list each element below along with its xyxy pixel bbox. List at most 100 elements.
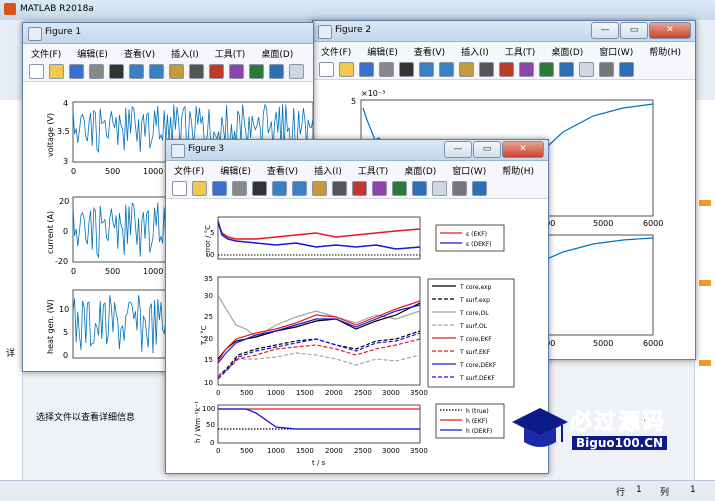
legend-icon[interactable] [432, 181, 447, 196]
zoom-in-icon[interactable] [419, 62, 434, 77]
hide-tools-icon[interactable] [599, 62, 614, 77]
pointer-icon[interactable] [399, 62, 414, 77]
menu-edit[interactable]: 编辑(E) [69, 44, 116, 60]
legend-item: T surf,DEKF [459, 375, 495, 382]
print-icon[interactable] [232, 181, 247, 196]
ytick: 0 [210, 439, 214, 447]
menu-edit[interactable]: 编辑(E) [359, 42, 406, 58]
legend-item: h (DEKF) [466, 428, 492, 435]
file-info-text: 选择文件以查看详细信息 [36, 413, 136, 423]
brush-icon[interactable] [519, 62, 534, 77]
figure3-title: Figure 3 [188, 144, 225, 154]
zoom-in-icon[interactable] [129, 64, 144, 79]
colorbar-icon[interactable] [269, 64, 284, 79]
xtick: 1000 [143, 267, 163, 276]
maximize-button[interactable]: ▭ [473, 141, 501, 158]
xtick: 500 [105, 167, 120, 176]
brush-icon[interactable] [372, 181, 387, 196]
save-icon[interactable] [359, 62, 374, 77]
h-ylabel: h / Wm⁻²k⁻¹ [194, 401, 202, 443]
save-icon[interactable] [69, 64, 84, 79]
minimize-button[interactable]: — [591, 22, 619, 39]
legend-item: ε (EKF) [466, 231, 487, 238]
link-icon[interactable] [249, 64, 264, 79]
minimize-button[interactable]: — [444, 141, 472, 158]
menu-window[interactable]: 窗口(W) [444, 161, 494, 177]
menu-insert[interactable]: 插入(I) [306, 161, 350, 177]
rotate-icon[interactable] [189, 64, 204, 79]
ytick: 20 [59, 197, 69, 206]
figure1-toolbar [23, 61, 313, 82]
graduation-cap-icon [512, 408, 568, 447]
menu-insert[interactable]: 插入(I) [453, 42, 497, 58]
pointer-icon[interactable] [109, 64, 124, 79]
menu-file[interactable]: 文件(F) [166, 161, 212, 177]
colorbar-icon[interactable] [559, 62, 574, 77]
ytick: 5 [63, 328, 68, 337]
menu-file[interactable]: 文件(F) [313, 42, 359, 58]
save-icon[interactable] [212, 181, 227, 196]
menu-desktop[interactable]: 桌面(D) [396, 161, 444, 177]
data-cursor-icon[interactable] [352, 181, 367, 196]
menu-tools[interactable]: 工具(T) [350, 161, 397, 177]
legend-temp-box [427, 278, 515, 388]
menu-help[interactable]: 帮助(H) [641, 42, 689, 58]
pan-icon[interactable] [459, 62, 474, 77]
pan-icon[interactable] [312, 181, 327, 196]
colorbar-icon[interactable] [412, 181, 427, 196]
zoom-out-icon[interactable] [149, 64, 164, 79]
hide-tools-icon[interactable] [452, 181, 467, 196]
dock-icon[interactable] [619, 62, 634, 77]
pointer-icon[interactable] [252, 181, 267, 196]
rotate-icon[interactable] [332, 181, 347, 196]
dock-icon[interactable] [472, 181, 487, 196]
open-icon[interactable] [49, 64, 64, 79]
ytick: 35 [204, 275, 213, 283]
figure3-window[interactable]: Figure 3 — ▭ ✕ 文件(F) 编辑(E) 查看(V) 插入(I) 工具(T) 桌面… [165, 139, 549, 474]
close-button[interactable]: ✕ [649, 22, 691, 39]
ytick: 0 [63, 227, 68, 236]
menu-view[interactable]: 查看(V) [116, 44, 163, 60]
legend-icon[interactable] [289, 64, 304, 79]
figure2-titlebar[interactable]: Figure 2 — ▭ ✕ [313, 21, 695, 42]
brush-icon[interactable] [229, 64, 244, 79]
menu-view[interactable]: 查看(V) [259, 161, 306, 177]
error-ekf-line [217, 222, 421, 240]
menu-window[interactable]: 窗口(W) [591, 42, 641, 58]
figure1-titlebar[interactable]: Figure 1 [23, 23, 313, 44]
menu-file[interactable]: 文件(F) [23, 44, 69, 60]
print-icon[interactable] [89, 64, 104, 79]
menu-desktop[interactable]: 桌面(D) [543, 42, 591, 58]
maximize-button[interactable]: ▭ [620, 22, 648, 39]
xtick: 0 [71, 267, 76, 276]
ytick: 30 [204, 292, 213, 300]
menu-desktop[interactable]: 桌面(D) [253, 44, 301, 60]
legend-icon[interactable] [579, 62, 594, 77]
new-file-icon[interactable] [172, 181, 187, 196]
rotate-icon[interactable] [479, 62, 494, 77]
print-icon[interactable] [379, 62, 394, 77]
menu-tools[interactable]: 工具(T) [497, 42, 544, 58]
open-icon[interactable] [192, 181, 207, 196]
figure3-canvas: error / °C 5 0 T / °C 35 30 25 20 15 10 … [166, 199, 548, 473]
menu-tools[interactable]: 工具(T) [207, 44, 254, 60]
zoom-in-icon[interactable] [272, 181, 287, 196]
new-file-icon[interactable] [29, 64, 44, 79]
data-cursor-icon[interactable] [209, 64, 224, 79]
close-button[interactable]: ✕ [502, 141, 544, 158]
watermark: 必过源码 Biguo100.CN [510, 398, 710, 460]
zoom-out-icon[interactable] [292, 181, 307, 196]
menu-edit[interactable]: 编辑(E) [212, 161, 259, 177]
link-icon[interactable] [539, 62, 554, 77]
figure3-titlebar[interactable]: Figure 3 — ▭ ✕ [166, 140, 548, 161]
legend-item: T surf,exp [459, 297, 490, 304]
pan-icon[interactable] [169, 64, 184, 79]
new-file-icon[interactable] [319, 62, 334, 77]
open-icon[interactable] [339, 62, 354, 77]
link-icon[interactable] [392, 181, 407, 196]
zoom-out-icon[interactable] [439, 62, 454, 77]
menu-insert[interactable]: 插入(I) [163, 44, 207, 60]
menu-help[interactable]: 帮助(H) [494, 161, 542, 177]
data-cursor-icon[interactable] [499, 62, 514, 77]
menu-view[interactable]: 查看(V) [406, 42, 453, 58]
